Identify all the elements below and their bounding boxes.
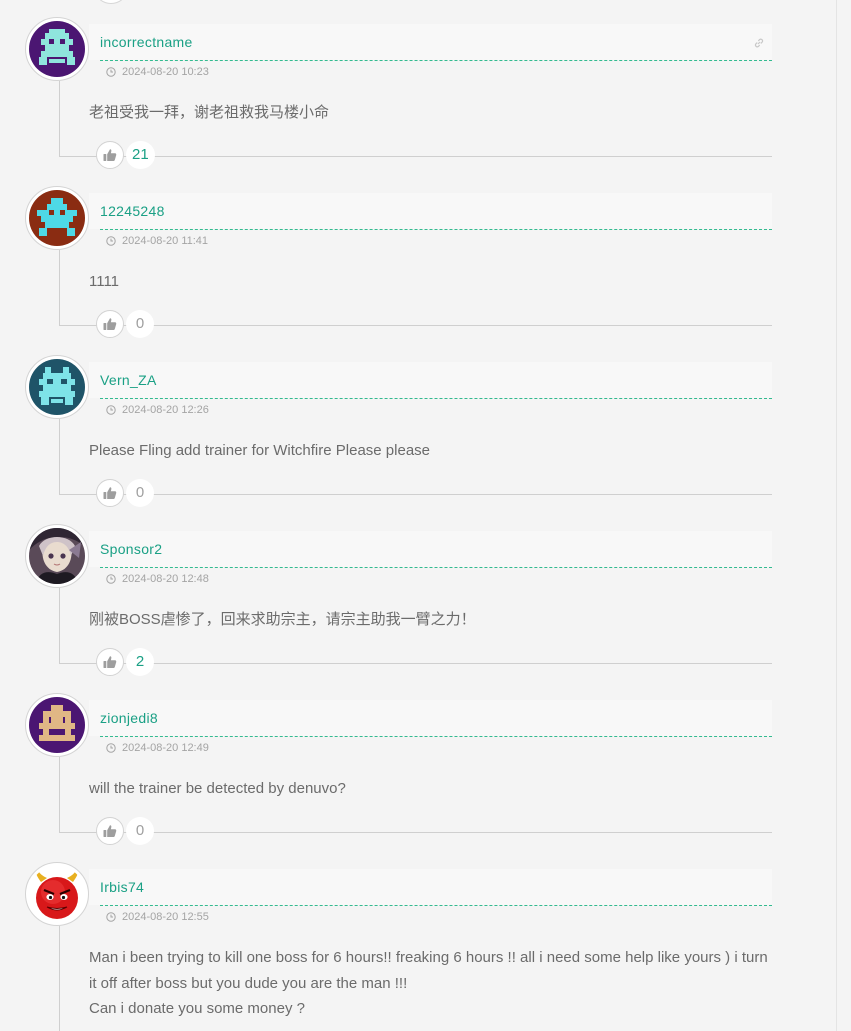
timestamp-text: 2024-08-20 10:23 xyxy=(122,66,209,78)
like-button[interactable] xyxy=(96,648,124,676)
username-link[interactable]: Sponsor2 xyxy=(100,541,162,557)
clock-icon xyxy=(106,743,116,753)
timestamp-text: 2024-08-20 11:41 xyxy=(122,235,209,247)
header-divider xyxy=(100,905,772,906)
link-icon[interactable] xyxy=(753,37,765,49)
comment-body: will the trainer be detected by denuvo? xyxy=(89,780,346,797)
thread-line xyxy=(59,588,60,664)
thread-line xyxy=(59,494,772,495)
comment-body: 刚被BOSS虐惨了，回来求助宗主，请宗主助我一臂之力！ xyxy=(89,611,476,628)
anime-avatar-image xyxy=(29,528,85,584)
thumbs-up-icon xyxy=(103,318,117,330)
comment-body: Please Fling add trainer for Witchfire P… xyxy=(89,442,431,459)
like-count: 0 xyxy=(126,310,154,338)
thread-line xyxy=(59,757,60,833)
clock-icon xyxy=(106,405,116,415)
thread-line xyxy=(59,81,60,157)
thumbs-up-icon xyxy=(103,656,117,668)
avatar[interactable] xyxy=(25,524,89,588)
comment-body: Man i been trying to kill one boss for 6… xyxy=(89,949,768,1017)
previous-like-button[interactable] xyxy=(96,0,126,4)
comment-header xyxy=(89,869,772,905)
thumbs-up-icon xyxy=(103,825,117,837)
pixel-avatar-image xyxy=(29,190,85,246)
clock-icon xyxy=(106,912,116,922)
comment-thread: incorrectname 2024-08-20 10:23 老祖受我一拜，谢老… xyxy=(0,0,851,1031)
comment-header xyxy=(89,700,772,736)
header-divider xyxy=(100,60,772,61)
comment-header xyxy=(89,531,772,567)
avatar[interactable] xyxy=(25,17,89,81)
thread-line xyxy=(59,325,772,326)
thumbs-up-icon xyxy=(103,487,117,499)
comment-timestamp: 2024-08-20 10:23 xyxy=(106,66,209,78)
like-button[interactable] xyxy=(96,479,124,507)
like-count: 0 xyxy=(126,479,154,507)
pixel-avatar-image xyxy=(29,359,85,415)
username-link[interactable]: incorrectname xyxy=(100,34,193,50)
avatar[interactable] xyxy=(25,693,89,757)
username-link[interactable]: 12245248 xyxy=(100,203,165,219)
like-count: 21 xyxy=(126,141,155,169)
pixel-avatar-image xyxy=(29,21,85,77)
comment-timestamp: 2024-08-20 12:48 xyxy=(106,573,209,585)
comment-timestamp: 2024-08-20 12:49 xyxy=(106,742,209,754)
avatar[interactable] xyxy=(25,862,89,926)
thumbs-up-icon xyxy=(103,149,117,161)
clock-icon xyxy=(106,574,116,584)
thread-line xyxy=(59,926,60,1031)
like-button[interactable] xyxy=(96,817,124,845)
like-button[interactable] xyxy=(96,141,124,169)
timestamp-text: 2024-08-20 12:55 xyxy=(122,911,209,923)
timestamp-text: 2024-08-20 12:49 xyxy=(122,742,209,754)
pixel-avatar-image xyxy=(29,697,85,753)
like-button[interactable] xyxy=(96,310,124,338)
comment-timestamp: 2024-08-20 12:26 xyxy=(106,404,209,416)
thread-line xyxy=(59,419,60,495)
thread-line xyxy=(59,250,60,326)
timestamp-text: 2024-08-20 12:26 xyxy=(122,404,209,416)
like-count: 0 xyxy=(126,817,154,845)
header-divider xyxy=(100,736,772,737)
sidebar-border xyxy=(836,0,837,1031)
username-link[interactable]: zionjedi8 xyxy=(100,710,158,726)
thread-line xyxy=(59,832,772,833)
comment-timestamp: 2024-08-20 12:55 xyxy=(106,911,209,923)
username-link[interactable]: Irbis74 xyxy=(100,879,144,895)
clock-icon xyxy=(106,67,116,77)
timestamp-text: 2024-08-20 12:48 xyxy=(122,573,209,585)
avatar[interactable] xyxy=(25,355,89,419)
thread-line xyxy=(59,156,772,157)
header-divider xyxy=(100,567,772,568)
like-count: 2 xyxy=(126,648,154,676)
comment-timestamp: 2024-08-20 11:41 xyxy=(106,235,208,247)
clock-icon xyxy=(106,236,116,246)
comment-header xyxy=(89,193,772,229)
header-divider xyxy=(100,398,772,399)
thread-line xyxy=(59,663,772,664)
devil-avatar-image xyxy=(29,866,85,922)
comment-body: 1111 xyxy=(89,273,120,290)
comment-body: 老祖受我一拜，谢老祖救我马楼小命 xyxy=(89,104,330,121)
header-divider xyxy=(100,229,772,230)
comment-header xyxy=(89,362,772,398)
username-link[interactable]: Vern_ZA xyxy=(100,372,157,388)
avatar[interactable] xyxy=(25,186,89,250)
